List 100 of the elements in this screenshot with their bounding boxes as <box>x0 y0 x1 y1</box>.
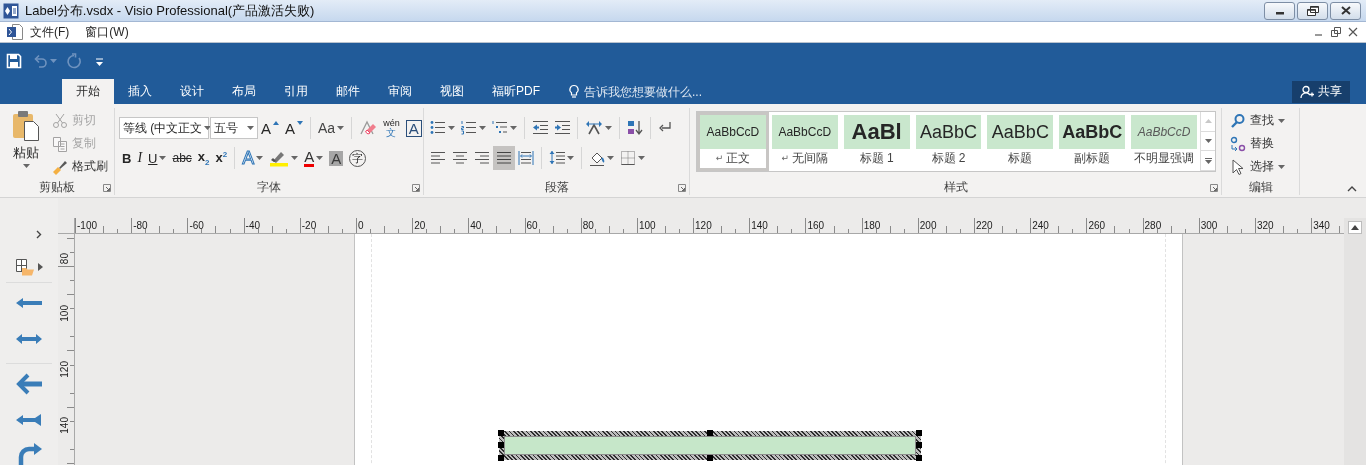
caret-icon[interactable] <box>291 156 299 160</box>
ribbon-command[interactable]: 替换 <box>1230 132 1285 155</box>
strikethrough-button[interactable]: abc <box>169 146 195 170</box>
caret-icon[interactable] <box>510 126 517 130</box>
collapse-ribbon-icon[interactable] <box>1347 186 1357 192</box>
magnifier-icon <box>1230 112 1246 129</box>
dialog-launcher-icon[interactable] <box>412 183 420 192</box>
caret-icon[interactable] <box>316 156 324 160</box>
ribbon-tab[interactable]: 邮件 <box>322 79 374 104</box>
menu-item[interactable]: 文件(F) <box>24 23 80 41</box>
ribbon-tab[interactable]: 视图 <box>426 79 478 104</box>
font-size-dropdown[interactable]: 五号 <box>210 117 258 139</box>
scroll-up-button[interactable] <box>1348 221 1362 234</box>
borders-icon[interactable] <box>620 150 636 166</box>
ribbon-tab[interactable]: 插入 <box>114 79 166 104</box>
change-case-button[interactable]: Aa <box>315 116 348 140</box>
window-title: Label分布.vsdx - Visio Professional(产品激活失败) <box>25 1 316 20</box>
ruler-label: 320 <box>1255 220 1274 231</box>
subscript-button[interactable]: x$_{2}$ <box>194 146 213 170</box>
ribbon-command[interactable]: 格式刷 <box>52 155 108 178</box>
ribbon-command[interactable]: 选择 <box>1230 155 1285 178</box>
ribbon-tab[interactable]: 引用 <box>270 79 322 104</box>
caret-icon[interactable] <box>479 126 486 130</box>
selection-handle[interactable] <box>707 455 713 461</box>
ruler-label: 80 <box>59 253 70 265</box>
ribbon-tab[interactable]: 布局 <box>218 79 270 104</box>
caret-icon[interactable] <box>607 156 614 160</box>
underline-button[interactable]: U <box>145 146 170 170</box>
dialog-launcher-icon[interactable] <box>1210 183 1218 192</box>
expand-arrow-icon[interactable] <box>38 263 43 271</box>
highlighter-icon[interactable] <box>269 149 290 167</box>
bold-button[interactable]: B <box>119 146 135 170</box>
caret-icon[interactable] <box>337 126 345 130</box>
share-button[interactable]: 共享 <box>1292 80 1350 103</box>
decrease-triangle-icon <box>297 121 304 125</box>
increase-indent-icon[interactable] <box>554 120 570 136</box>
close-icon <box>1340 6 1351 15</box>
group-label: 样式 <box>943 179 968 196</box>
ribbon-command[interactable]: 查找 <box>1230 109 1285 132</box>
ruler-label: -40 <box>244 220 260 231</box>
caret-icon[interactable] <box>448 126 455 130</box>
restore-button[interactable] <box>1297 1 1328 20</box>
menu-item[interactable]: 窗口(W) <box>79 23 139 41</box>
selection-handle[interactable] <box>498 455 504 461</box>
minimize-button[interactable] <box>1264 1 1295 20</box>
more-icon <box>1204 157 1212 164</box>
ribbon-tab[interactable]: 福昕PDF <box>478 79 554 104</box>
grow-font-button[interactable]: A <box>258 116 282 140</box>
rectangle-shape[interactable] <box>499 431 921 460</box>
ribbon-tab[interactable]: 设计 <box>166 79 218 104</box>
phonetic-guide-button[interactable]: wén 文 <box>380 116 403 140</box>
italic-button[interactable]: I <box>134 146 146 170</box>
tell-me-field[interactable]: 告诉我您想要做什么... <box>584 84 714 99</box>
ruler-label: -100 <box>76 220 97 231</box>
caret-icon[interactable] <box>1278 164 1285 169</box>
close-icon[interactable] <box>1348 27 1358 37</box>
triangle-up-icon <box>1351 225 1359 230</box>
caret-icon[interactable] <box>159 156 167 160</box>
paste-button[interactable]: 粘贴 <box>6 108 46 179</box>
ruler-label: -80 <box>132 220 148 231</box>
numbering-icon[interactable] <box>461 120 477 136</box>
caret-icon[interactable] <box>256 156 264 160</box>
ruler-label: 60 <box>525 220 538 231</box>
style-item[interactable]: AaBbCcD ↵ 正文 <box>697 112 769 171</box>
caret-icon[interactable] <box>605 126 612 130</box>
shrink-font-button[interactable]: A <box>282 116 307 140</box>
line-spacing-icon[interactable] <box>549 150 565 166</box>
bullets-icon[interactable] <box>430 120 446 136</box>
decrease-indent-icon[interactable] <box>532 120 548 136</box>
caret-icon[interactable] <box>567 156 574 160</box>
selection-handle[interactable] <box>707 430 713 436</box>
font-color-button[interactable]: A <box>301 146 327 170</box>
triangle-down-icon[interactable] <box>1204 139 1212 143</box>
ribbon-tab[interactable]: 审阅 <box>374 79 426 104</box>
chevron-right-icon[interactable] <box>36 229 42 239</box>
multilevel-list-icon[interactable] <box>492 120 508 136</box>
caret-icon[interactable] <box>204 126 212 130</box>
restore-icon[interactable] <box>1331 27 1341 37</box>
replace-icon <box>1230 135 1246 152</box>
paint-bucket-icon[interactable] <box>589 150 605 166</box>
close-button[interactable] <box>1330 1 1361 20</box>
stencil-icon[interactable] <box>15 258 35 276</box>
superscript-button[interactable]: x$^{2}$ <box>212 146 231 170</box>
text-direction-icon[interactable] <box>585 120 603 136</box>
caret-icon[interactable] <box>638 156 645 160</box>
selection-handle[interactable] <box>916 455 922 461</box>
caret-icon[interactable] <box>22 164 30 168</box>
ribbon-tab[interactable]: 开始 <box>62 79 114 104</box>
caret-icon[interactable] <box>247 126 254 130</box>
ruler-label: 340 <box>1312 220 1330 231</box>
font-name-dropdown[interactable]: 等线 (中文正文 <box>119 117 209 139</box>
notched-arrow-shape <box>16 414 42 426</box>
dialog-launcher-icon[interactable] <box>103 183 111 192</box>
character-shading-button[interactable]: A <box>326 146 347 170</box>
restore-icon <box>1306 5 1319 16</box>
clipboard-icon <box>11 110 41 142</box>
caret-icon[interactable] <box>1278 118 1285 123</box>
save-icon[interactable] <box>6 53 22 69</box>
dialog-launcher-icon[interactable] <box>678 183 686 192</box>
sort-icon[interactable] <box>627 120 643 136</box>
